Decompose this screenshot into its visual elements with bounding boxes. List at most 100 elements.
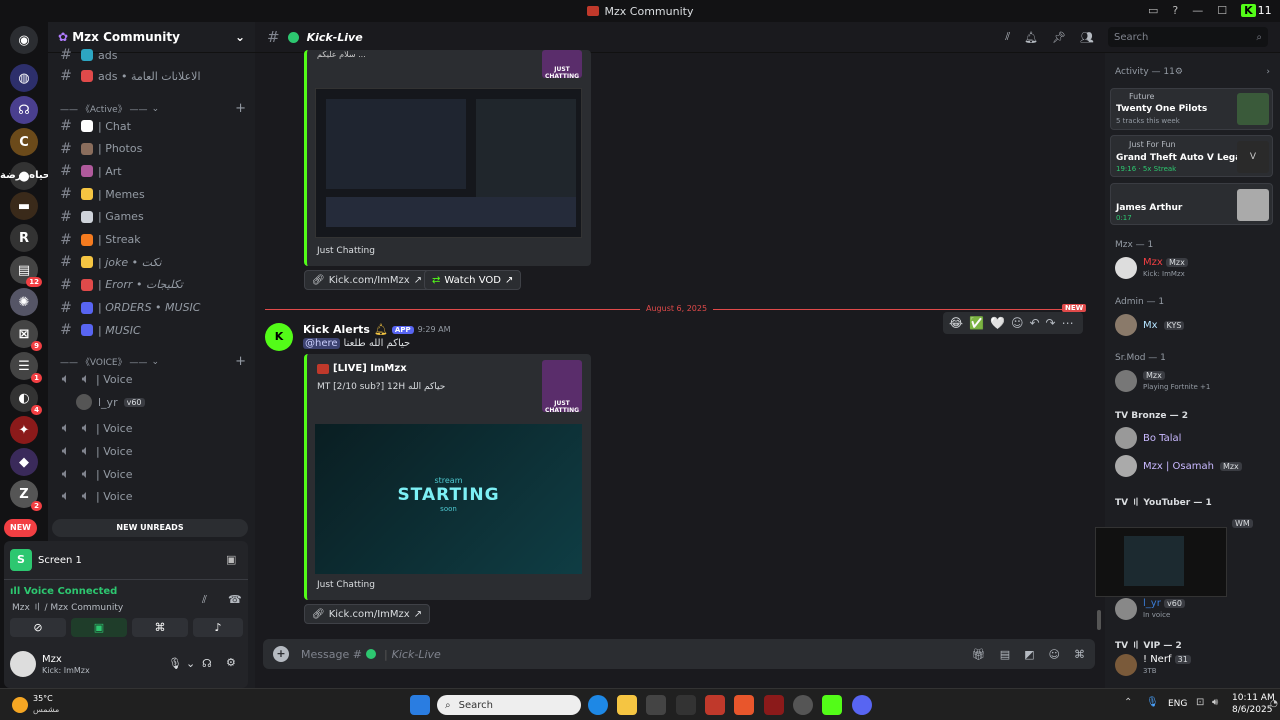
member-item[interactable]: Mzx | Osamah Mzx — [1115, 455, 1242, 477]
embed-title[interactable]: [LIVE] ImMzx — [333, 363, 407, 374]
notification-icon[interactable]: ◔ — [1270, 699, 1278, 709]
threads-icon[interactable]: ⫽ — [1005, 30, 1010, 44]
maximize-button[interactable]: ☐ — [1217, 4, 1227, 17]
reaction-check-icon[interactable]: ✅ — [969, 316, 984, 330]
channel-item[interactable]: # | Games — [56, 207, 248, 227]
apps-icon[interactable]: ⌘ — [1074, 648, 1085, 661]
microphone-icon[interactable]: 🎙︎ — [168, 657, 182, 670]
channel-item[interactable]: # | Photos — [56, 139, 248, 159]
voice-user[interactable]: l_yr v60 — [76, 392, 268, 412]
members-icon[interactable]: 👥︎ — [1080, 31, 1094, 44]
member-item[interactable]: Bo Talal — [1115, 427, 1181, 449]
channel-item[interactable]: # | Erorr • تكليجات — [56, 275, 248, 295]
taskbar-search[interactable]: ⌕ Search — [437, 695, 581, 715]
language-indicator[interactable]: ENG — [1168, 699, 1187, 709]
file-explorer-icon[interactable] — [617, 695, 637, 715]
channel-item[interactable]: # | Art — [56, 161, 248, 181]
chevron-down-icon[interactable]: ⌄ — [186, 657, 195, 670]
popout-icon[interactable]: ▣ — [226, 553, 236, 566]
guild-icon[interactable]: ▤ 12 — [10, 256, 42, 287]
more-icon[interactable]: ⋯ — [1062, 316, 1074, 330]
minimize-button[interactable]: — — [1192, 4, 1203, 17]
attach-plus-icon[interactable]: + — [273, 646, 289, 662]
channel-item[interactable]: # ads • الاعلانات العامة — [56, 66, 248, 86]
member-item[interactable]: ! Nerf 31 3TB — [1115, 654, 1191, 676]
guild-icon[interactable]: ☰ 1 — [10, 352, 42, 383]
guild-icon[interactable]: ◐ 4 — [10, 384, 42, 415]
member-item[interactable]: Mzx Playing Fortnite +1 — [1115, 370, 1210, 392]
store-icon[interactable] — [646, 695, 666, 715]
add-channel-icon[interactable]: + — [235, 101, 246, 116]
activity-button[interactable]: ⌘ — [132, 618, 188, 637]
clock-time[interactable]: 10:11 AM — [1232, 693, 1275, 703]
mic-tray-icon[interactable]: 🎙︎ — [1146, 697, 1159, 708]
voice-channel[interactable]: 🔈︎ 🔈︎ | Voice — [56, 464, 248, 484]
message-composer[interactable]: + Message # | Kick-Live 🎁︎ ▤ ◩ ☺ ⌘ — [263, 639, 1095, 669]
discord-icon[interactable] — [852, 695, 872, 715]
gift-icon[interactable]: 🎁︎ — [972, 648, 986, 661]
category-voice[interactable]: —— 《VOICE》 —— ⌄ + — [60, 354, 246, 369]
kick-link-button[interactable]: 🔗︎ Kick.com/ImMzx ↗ — [304, 604, 431, 624]
message-author[interactable]: Kick Alerts — [303, 323, 370, 336]
kick-link-button[interactable]: 🔗︎ Kick.com/ImMzx ↗ — [304, 270, 431, 290]
channel-item[interactable]: # | Streak — [56, 230, 248, 250]
windows-start-icon[interactable] — [410, 695, 430, 715]
kick-icon[interactable] — [822, 695, 842, 715]
settings-gear-icon[interactable]: ⚙ — [226, 656, 236, 669]
app-icon[interactable] — [793, 695, 813, 715]
edge-icon[interactable] — [588, 695, 608, 715]
avatar[interactable]: K — [265, 323, 293, 351]
app-icon[interactable] — [676, 695, 696, 715]
emoji-icon[interactable]: ☺ — [1049, 648, 1060, 661]
reaction-laugh-icon[interactable]: 😂 — [949, 316, 963, 330]
guild-icon[interactable]: ✦ — [10, 416, 38, 444]
guild-icon[interactable]: ◍ — [10, 64, 38, 92]
soundboard-button[interactable]: ♪ — [193, 618, 243, 637]
watch-vod-button[interactable]: ⇄ Watch VOD ↗ — [424, 270, 522, 290]
guild-icon[interactable]: ☊ — [10, 96, 38, 124]
member-item[interactable]: Mzx Mzx Kick: ImMzx — [1115, 257, 1188, 279]
activity-card[interactable]: Just For Fun Grand Theft Auto V Legacy 1… — [1110, 135, 1273, 177]
pin-icon[interactable]: 📌︎ — [1052, 31, 1066, 44]
activity-card[interactable]: Future Twenty One Pilots 5 tracks this w… — [1110, 88, 1273, 130]
camera-off-button[interactable]: ⊘ — [10, 618, 66, 637]
channel-item[interactable]: # | Chat — [56, 116, 248, 136]
reply-icon[interactable]: ↶ — [1029, 316, 1039, 330]
reaction-heart-icon[interactable]: 🤍 — [990, 316, 1005, 330]
voice-channel[interactable]: 🔈︎ 🔈︎ | Voice — [56, 441, 248, 461]
network-icon[interactable]: ⊡ — [1196, 697, 1204, 708]
headphones-icon[interactable]: ☊ — [202, 657, 212, 670]
app-icon[interactable] — [705, 695, 725, 715]
screen-share-button[interactable]: ▣ — [71, 618, 127, 637]
bell-icon[interactable]: 🔔︎ — [1024, 31, 1038, 44]
voicemeeter-icon[interactable] — [764, 695, 784, 715]
stream-preview-image[interactable] — [315, 88, 582, 238]
tray-chevron-icon[interactable]: ⌃ — [1124, 697, 1132, 708]
volume-icon[interactable]: 🔊︎ — [1212, 697, 1218, 708]
guild-icon[interactable]: ⊠ 9 — [10, 320, 42, 351]
noise-suppression-icon[interactable]: ⫽ — [202, 593, 207, 607]
voice-channel[interactable]: 🔈︎ 🔈︎ | Voice — [56, 418, 248, 438]
member-item[interactable]: Mx KYS — [1115, 314, 1185, 336]
voice-channel[interactable]: 🔈︎ 🔈︎ | Voice — [56, 486, 248, 506]
guild-icon[interactable]: ◆ — [10, 448, 38, 476]
guild-icon[interactable]: R — [10, 224, 38, 252]
help-icon[interactable]: ? — [1172, 4, 1178, 17]
sticker-icon[interactable]: ◩ — [1024, 648, 1034, 661]
new-badge[interactable]: NEW — [4, 519, 37, 537]
channel-item[interactable]: # | MUSIC — [56, 320, 248, 340]
avatar[interactable] — [10, 651, 36, 677]
activity-header[interactable]: Activity — 11 ⚙ › — [1115, 67, 1270, 77]
channel-item[interactable]: # | ORDERS • MUSIC — [56, 298, 248, 318]
add-reaction-icon[interactable]: ☺ — [1011, 316, 1024, 330]
chat-scrollbar[interactable] — [1097, 610, 1101, 630]
gif-icon[interactable]: ▤ — [1000, 648, 1010, 661]
search-input[interactable]: Search ⌕ — [1108, 27, 1268, 47]
add-channel-icon[interactable]: + — [235, 354, 246, 369]
brave-icon[interactable] — [734, 695, 754, 715]
voice-channel[interactable]: 🔈︎ 🔈︎ | Voice — [56, 369, 248, 389]
category-active[interactable]: —— 《Active》 —— ⌄ + — [60, 101, 246, 116]
disconnect-icon[interactable]: ☎ — [228, 593, 242, 606]
mention-here[interactable]: @here — [303, 338, 340, 349]
new-unreads-button[interactable]: NEW UNREADS — [52, 519, 248, 537]
